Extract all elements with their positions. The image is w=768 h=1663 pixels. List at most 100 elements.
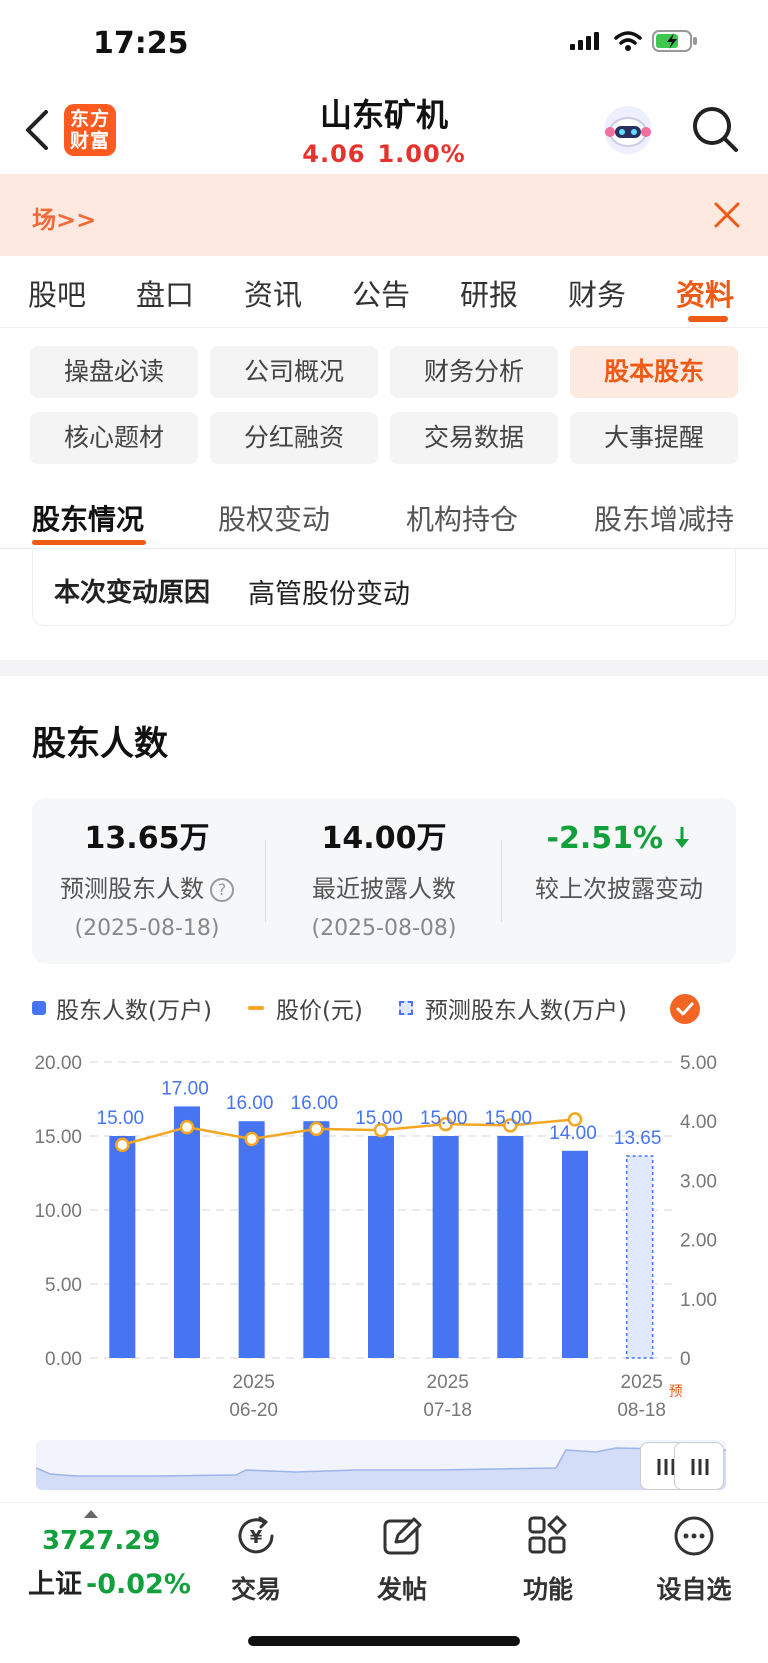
shareholder-chart[interactable]: 0.00 5.00 10.00 15.00 20.00 0 1.00 2.00 3.00 4.00…	[0, 1040, 768, 1430]
data-label: 17.00	[161, 1078, 209, 1099]
search-icon[interactable]	[690, 104, 740, 156]
data-label: 15.00	[485, 1108, 533, 1129]
expand-up-icon[interactable]	[84, 1510, 98, 1518]
chip-core-themes[interactable]: 核心题材	[30, 412, 198, 464]
stock-change: 1.00%	[377, 140, 466, 168]
y-tick-left: 5.00	[45, 1275, 82, 1296]
section-tab-institutions[interactable]: 机构持仓	[406, 498, 518, 538]
y-tick-right: 0	[680, 1349, 691, 1370]
nav-add-watchlist[interactable]: 设自选	[644, 1514, 744, 1606]
summary-latest-date: (2025-08-08)	[311, 916, 457, 941]
tab-research[interactable]: 研报	[460, 272, 518, 314]
y-tick-right: 3.00	[680, 1171, 717, 1192]
status-icons	[570, 30, 698, 52]
chip-financial-analysis[interactable]: 财务分析	[390, 346, 558, 398]
x-tick-year: 2025	[233, 1372, 275, 1393]
trade-icon: ¥	[238, 1516, 274, 1554]
chip-share-capital[interactable]: 股本股东	[570, 346, 738, 398]
legend-forecast-swatch	[398, 1001, 413, 1015]
legend-bar-swatch	[32, 1001, 46, 1015]
legend-line-swatch	[247, 1006, 264, 1010]
x-tick-year: 2025	[621, 1372, 663, 1393]
battery-icon	[652, 30, 697, 52]
nav-functions[interactable]: 功能	[498, 1514, 598, 1606]
change-reason-label: 本次变动原因	[54, 578, 211, 608]
more-circle-icon	[674, 1516, 714, 1556]
tab-profile[interactable]: 资料	[676, 272, 734, 314]
data-label: 13.65	[614, 1128, 662, 1149]
y-tick-right: 1.00	[680, 1290, 717, 1311]
legend-bars[interactable]: 股东人数(万户)	[32, 991, 212, 1025]
index-name-row[interactable]: 上证 -0.02%	[28, 1562, 191, 1601]
nav-functions-label: 功能	[522, 1575, 573, 1604]
promo-banner[interactable]	[0, 174, 768, 256]
main-tab-bar: 股吧 盘口 资讯 公告 研报 财务 资料	[0, 256, 768, 328]
nav-trade-label: 交易	[230, 1575, 281, 1604]
data-label: 14.00	[549, 1123, 597, 1144]
promo-banner-text[interactable]: 场>>	[32, 200, 96, 235]
y-tick-left: 15.00	[34, 1127, 82, 1148]
chip-trading-data[interactable]: 交易数据	[390, 412, 558, 464]
chip-company-overview[interactable]: 公司概况	[210, 346, 378, 398]
help-icon[interactable]: ?	[210, 878, 234, 902]
bar	[432, 1136, 459, 1358]
summary-latest-value: 14.00万	[321, 821, 447, 856]
x-tick-year: 2025	[427, 1372, 469, 1393]
x-tick-date: 07-18	[423, 1400, 472, 1421]
tab-guba[interactable]: 股吧	[28, 272, 86, 314]
section-tab-shareholders[interactable]: 股东情况	[32, 498, 144, 538]
chip-events[interactable]: 大事提醒	[570, 412, 738, 464]
tab-active-indicator	[688, 316, 728, 322]
section-tab-holding-change[interactable]: 股东增减持	[594, 498, 734, 538]
bar	[238, 1121, 265, 1358]
tab-finance[interactable]: 财务	[568, 272, 626, 314]
chip-dividends[interactable]: 分红融资	[210, 412, 378, 464]
y-tick-left: 20.00	[34, 1053, 82, 1074]
summary-change-value: -2.51%	[546, 821, 664, 856]
wifi-icon	[614, 31, 642, 51]
section-tab-equity-change[interactable]: 股权变动	[218, 498, 330, 538]
tab-pankou[interactable]: 盘口	[136, 272, 194, 314]
arrow-down-icon	[675, 827, 690, 848]
nav-post[interactable]: 发帖	[352, 1514, 452, 1606]
tab-news[interactable]: 资讯	[244, 272, 302, 314]
summary-forecast-value: 13.65万	[84, 821, 210, 856]
edit-icon	[383, 1517, 422, 1555]
stock-price: 4.06	[302, 140, 366, 168]
chart-range-scroller[interactable]	[36, 1440, 726, 1490]
divider	[0, 548, 768, 549]
divider	[265, 840, 266, 922]
legend-forecast[interactable]: 预测股东人数(万户)	[398, 991, 627, 1025]
y-tick-right: 2.00	[680, 1231, 717, 1252]
y-tick-right: 4.00	[680, 1112, 717, 1133]
status-time: 17:25	[93, 26, 189, 61]
price-point	[179, 1119, 195, 1135]
change-reason-value: 高管股份变动	[248, 579, 410, 610]
summary-forecast-label: 预测股东人数	[60, 875, 204, 903]
nav-add-watchlist-label: 设自选	[656, 1575, 732, 1604]
y-tick-left: 0.00	[45, 1349, 82, 1370]
bar	[303, 1121, 330, 1358]
checkmark-toggle[interactable]	[670, 994, 700, 1024]
summary-latest-label: 最近披露人数	[312, 875, 456, 903]
data-label: 16.00	[226, 1093, 274, 1114]
nav-trade[interactable]: ¥ 交易	[206, 1514, 306, 1606]
summary-latest: 14.00万 最近披露人数 (2025-08-08)	[267, 818, 501, 944]
x-tick-date: 06-20	[229, 1400, 278, 1421]
tab-announcement[interactable]: 公告	[352, 272, 410, 314]
bar	[497, 1136, 524, 1358]
check-icon	[676, 1002, 694, 1016]
data-label: 15.00	[97, 1108, 145, 1129]
chip-trading-must-read[interactable]: 操盘必读	[30, 346, 198, 398]
forecast-bar	[625, 1155, 654, 1359]
robot-assistant-icon[interactable]	[600, 102, 656, 158]
price-point	[115, 1137, 130, 1153]
index-value[interactable]: 3727.29	[42, 1526, 160, 1556]
legend-price[interactable]: 股价(元)	[247, 991, 363, 1025]
legend-forecast-label: 预测股东人数(万户)	[424, 998, 627, 1024]
y-tick-right: 5.00	[680, 1053, 717, 1074]
close-icon[interactable]	[712, 200, 742, 230]
range-handle-right[interactable]	[674, 1442, 724, 1490]
data-label: 15.00	[420, 1108, 468, 1129]
summary-forecast-date: (2025-08-18)	[74, 916, 220, 941]
